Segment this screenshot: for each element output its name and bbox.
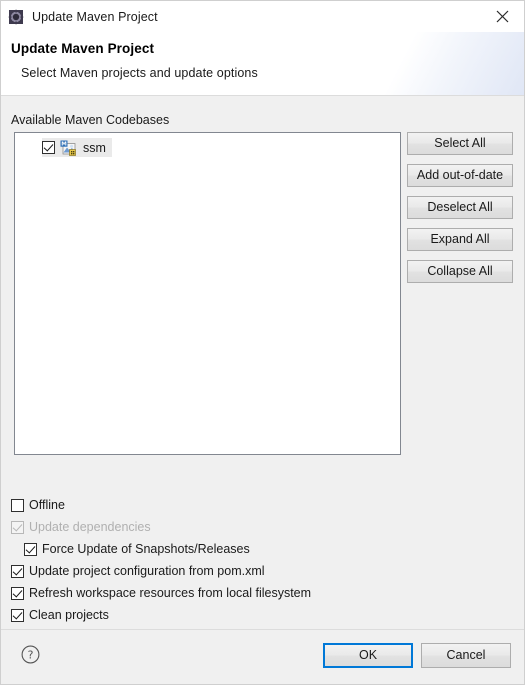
offline-label: Offline (29, 498, 65, 512)
dialog-banner: Update Maven Project Select Maven projec… (1, 32, 524, 96)
window-title: Update Maven Project (32, 9, 158, 24)
refresh-workspace-resources-checkbox[interactable] (11, 586, 24, 600)
tree-item-label: ssm (83, 140, 106, 155)
offline-checkbox[interactable] (11, 498, 24, 512)
expand-all-button[interactable]: Expand All (407, 228, 513, 251)
clean-projects-checkbox[interactable] (11, 608, 24, 622)
tree-item-checkbox[interactable] (42, 141, 55, 154)
clean-projects-option-row[interactable]: Clean projects (1, 604, 524, 626)
update-project-configuration-checkbox[interactable] (11, 564, 24, 578)
update-options-group: Offline Update dependencies Force Update… (1, 494, 524, 626)
collapse-all-button[interactable]: Collapse All (407, 260, 513, 283)
update-maven-project-dialog: Update Maven Project Update Maven Projec… (0, 0, 525, 685)
offline-option-row[interactable]: Offline (1, 494, 524, 516)
clean-projects-label: Clean projects (29, 608, 109, 622)
help-question-icon[interactable]: ? (21, 645, 40, 664)
select-all-button[interactable]: Select All (407, 132, 513, 155)
refresh-workspace-resources-label: Refresh workspace resources from local f… (29, 586, 312, 600)
refresh-workspace-resources-option-row[interactable]: Refresh workspace resources from local f… (1, 582, 524, 604)
update-dependencies-label: Update dependencies (29, 520, 151, 534)
maven-gear-icon (8, 8, 24, 25)
page-subtitle: Select Maven projects and update options (21, 66, 258, 80)
update-dependencies-checkbox (11, 520, 24, 534)
maven-codebases-tree[interactable]: M ssm (14, 132, 401, 455)
ok-button[interactable]: OK (323, 643, 413, 668)
tree-item-ssm[interactable]: M ssm (42, 138, 112, 157)
maven-project-icon: M (60, 140, 77, 156)
dialog-footer: ? OK Cancel (1, 629, 524, 684)
deselect-all-button[interactable]: Deselect All (407, 196, 513, 219)
update-project-configuration-option-row[interactable]: Update project configuration from pom.xm… (1, 560, 524, 582)
force-update-snapshots-option-row[interactable]: Force Update of Snapshots/Releases (1, 538, 524, 560)
close-icon[interactable] (480, 1, 524, 32)
tree-action-buttons: Select All Add out-of-date Deselect All … (407, 132, 513, 292)
banner-gradient-decoration (314, 32, 524, 96)
update-project-configuration-label: Update project configuration from pom.xm… (29, 564, 265, 578)
svg-text:M: M (61, 141, 67, 147)
force-update-snapshots-label: Force Update of Snapshots/Releases (42, 542, 250, 556)
add-out-of-date-button[interactable]: Add out-of-date (407, 164, 513, 187)
force-update-snapshots-checkbox[interactable] (24, 542, 37, 556)
page-title: Update Maven Project (11, 41, 155, 56)
update-dependencies-option-row: Update dependencies (1, 516, 524, 538)
available-codebases-label: Available Maven Codebases (11, 113, 170, 127)
svg-text:?: ? (28, 649, 34, 662)
title-bar: Update Maven Project (1, 1, 524, 32)
cancel-button[interactable]: Cancel (421, 643, 511, 668)
dialog-body: Available Maven Codebases M ssm Select A… (1, 96, 524, 629)
